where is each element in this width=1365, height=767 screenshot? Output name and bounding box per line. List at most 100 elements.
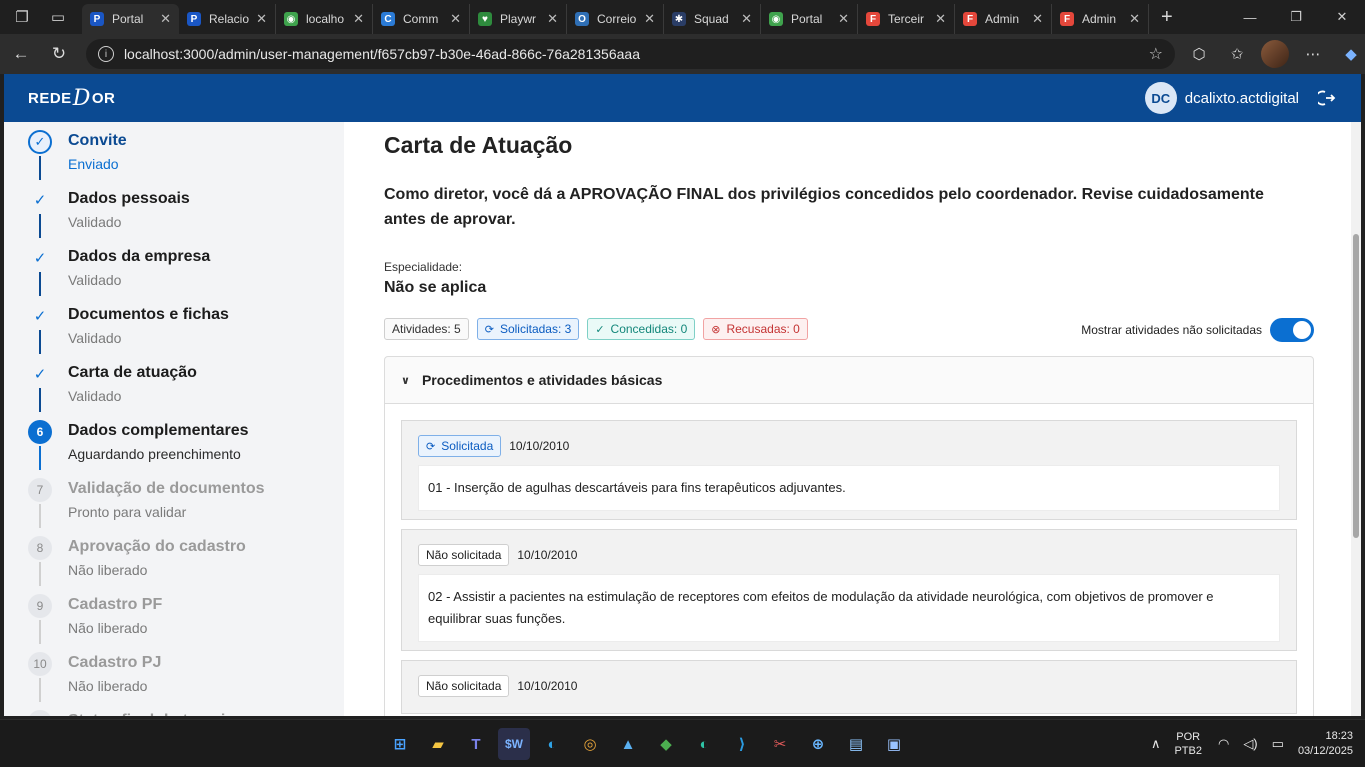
- step-status: Validado: [68, 272, 122, 288]
- browser-tab[interactable]: P Portal ✕: [82, 4, 179, 34]
- page-scrollbar[interactable]: [1351, 122, 1361, 716]
- activity-list: ⟳ Solicitada 10/10/2010 01 - Inserção de ag…: [385, 404, 1313, 716]
- stepper-step[interactable]: ✓ Dados pessoais Validado: [28, 184, 328, 242]
- close-tab-icon[interactable]: ✕: [935, 11, 946, 27]
- clock[interactable]: 18:23 03/12/2025: [1298, 729, 1353, 759]
- browser-tab[interactable]: ◉ Portal ✕: [761, 4, 858, 34]
- more-menu-icon[interactable]: ⋯: [1299, 40, 1327, 68]
- step-marker: ✓: [33, 192, 47, 209]
- minimize-icon[interactable]: —: [1227, 0, 1273, 34]
- refresh-icon[interactable]: ↻: [42, 37, 76, 71]
- browser-tab[interactable]: ◉ localho ✕: [276, 4, 373, 34]
- tab-label: Terceir: [888, 12, 925, 26]
- volume-icon[interactable]: ◁): [1243, 736, 1257, 752]
- start-icon[interactable]: ⊞: [384, 728, 416, 760]
- step-status: Não liberado: [68, 678, 148, 694]
- close-tab-icon[interactable]: ✕: [160, 11, 171, 27]
- language-indicator[interactable]: POR PTB2: [1174, 730, 1202, 758]
- activities-accordion: ∨ Procedimentos e atividades básicas ⟳ So…: [384, 356, 1314, 716]
- close-window-icon[interactable]: ✕: [1319, 0, 1365, 34]
- snipping-tool-icon[interactable]: ✂: [764, 728, 796, 760]
- vscode-icon[interactable]: ⟩: [726, 728, 758, 760]
- tab-label: Admin: [1082, 12, 1117, 26]
- browser-tab[interactable]: ✱ Squad ✕: [664, 4, 761, 34]
- mongodb-icon[interactable]: ◆: [650, 728, 682, 760]
- browser-tab[interactable]: C Comm ✕: [373, 4, 470, 34]
- restore-icon[interactable]: ❐: [1273, 0, 1319, 34]
- stepper-step[interactable]: 7 Validação de documentos Pronto para vali…: [28, 474, 328, 532]
- step-connector: [39, 330, 41, 354]
- chrome-icon[interactable]: ◎: [574, 728, 606, 760]
- stepper-step[interactable]: ✓ Carta de atuação Validado: [28, 358, 328, 416]
- file-explorer-icon[interactable]: ▰: [422, 728, 454, 760]
- photos-icon[interactable]: ▲: [612, 728, 644, 760]
- studio-icon[interactable]: $W: [498, 728, 530, 760]
- favorites-icon[interactable]: ✩: [1223, 40, 1251, 68]
- teams-icon[interactable]: T: [460, 728, 492, 760]
- stepper-step[interactable]: 6 Dados complementares Aguardando preenchi…: [28, 416, 328, 474]
- network-tool-icon[interactable]: ⊕: [802, 728, 834, 760]
- close-tab-icon[interactable]: ✕: [450, 11, 461, 27]
- battery-icon[interactable]: ▭: [1272, 736, 1284, 752]
- stepper-step[interactable]: ✓ Documentos e fichas Validado: [28, 300, 328, 358]
- new-tab-button[interactable]: +: [1161, 6, 1173, 29]
- chevron-up-icon[interactable]: ∧: [1151, 736, 1161, 752]
- address-bar[interactable]: i localhost:3000/admin/user-management/f…: [85, 39, 1175, 69]
- step-marker: 8: [28, 536, 52, 560]
- edge-icon[interactable]: ◐: [536, 728, 568, 760]
- show-unrequested-toggle[interactable]: [1270, 318, 1314, 342]
- site-info-icon[interactable]: i: [97, 46, 114, 62]
- extensions-icon[interactable]: ⬡: [1185, 40, 1213, 68]
- step-title: Aprovação do cadastro: [68, 538, 246, 555]
- close-tab-icon[interactable]: ✕: [547, 11, 558, 27]
- notepad-icon[interactable]: ▤: [840, 728, 872, 760]
- step-marker: ✓: [33, 366, 47, 383]
- show-unrequested-toggle-row: Mostrar atividades não solicitadas: [1081, 318, 1314, 342]
- tab-label: Squad: [694, 12, 729, 26]
- close-tab-icon[interactable]: ✕: [1129, 11, 1140, 27]
- step-status: Não liberado: [68, 620, 148, 636]
- stepper-step[interactable]: 9 Cadastro PF Não liberado: [28, 590, 328, 648]
- stepper-step[interactable]: ✓ Convite Enviado: [28, 126, 328, 184]
- browser-tab[interactable]: F Admin ✕: [955, 4, 1052, 34]
- workspaces-icon[interactable]: ❐: [8, 3, 36, 31]
- favorite-star-icon[interactable]: ☆: [1149, 44, 1163, 64]
- tab-actions-icon[interactable]: ▭: [44, 3, 72, 31]
- tab-label: Admin: [985, 12, 1020, 26]
- back-icon[interactable]: ←: [4, 37, 38, 71]
- user-menu[interactable]: DC dcalixto.actdigital: [1144, 82, 1337, 114]
- step-marker: 11: [28, 710, 52, 716]
- stepper-step[interactable]: 10 Cadastro PJ Não liberado: [28, 648, 328, 706]
- tab-label: localho: [306, 12, 345, 26]
- profile-avatar[interactable]: [1261, 40, 1289, 68]
- step-marker: 10: [28, 652, 52, 676]
- stepper-step[interactable]: ✓ Dados da empresa Validado: [28, 242, 328, 300]
- step-title: Dados complementares: [68, 422, 249, 439]
- browser-tab[interactable]: ♥ Playwr ✕: [470, 4, 567, 34]
- browser-tab[interactable]: P Relacio ✕: [179, 4, 276, 34]
- logout-icon[interactable]: [1317, 88, 1337, 108]
- window-controls: — ❐ ✕: [1227, 0, 1365, 34]
- close-tab-icon[interactable]: ✕: [1032, 11, 1043, 27]
- edge-dev-icon[interactable]: ◐: [688, 728, 720, 760]
- browser-tab[interactable]: F Terceir ✕: [858, 4, 955, 34]
- close-tab-icon[interactable]: ✕: [741, 11, 752, 27]
- accordion-header[interactable]: ∨ Procedimentos e atividades básicas: [385, 357, 1313, 404]
- close-tab-icon[interactable]: ✕: [256, 11, 267, 27]
- close-tab-icon[interactable]: ✕: [353, 11, 364, 27]
- stepper-step[interactable]: 11 Status final do terceiro: [28, 706, 328, 716]
- close-tab-icon[interactable]: ✕: [644, 11, 655, 27]
- remote-desktop-icon[interactable]: ▣: [878, 728, 910, 760]
- sync-icon: ⟳: [484, 323, 494, 336]
- browser-tab[interactable]: F Admin ✕: [1052, 4, 1149, 34]
- activity-status-badge: Não solicitada: [418, 675, 510, 697]
- copilot-icon[interactable]: ◆: [1337, 40, 1365, 68]
- wifi-icon[interactable]: ◠: [1218, 736, 1229, 752]
- stepper-step[interactable]: 8 Aprovação do cadastro Não liberado: [28, 532, 328, 590]
- tab-favicon-icon: ◉: [284, 12, 298, 26]
- show-unrequested-label: Mostrar atividades não solicitadas: [1081, 323, 1262, 337]
- activity-date: 10/10/2010: [517, 548, 578, 562]
- tab-favicon-icon: C: [381, 12, 395, 26]
- close-tab-icon[interactable]: ✕: [838, 11, 849, 27]
- browser-tab[interactable]: O Correio ✕: [567, 4, 664, 34]
